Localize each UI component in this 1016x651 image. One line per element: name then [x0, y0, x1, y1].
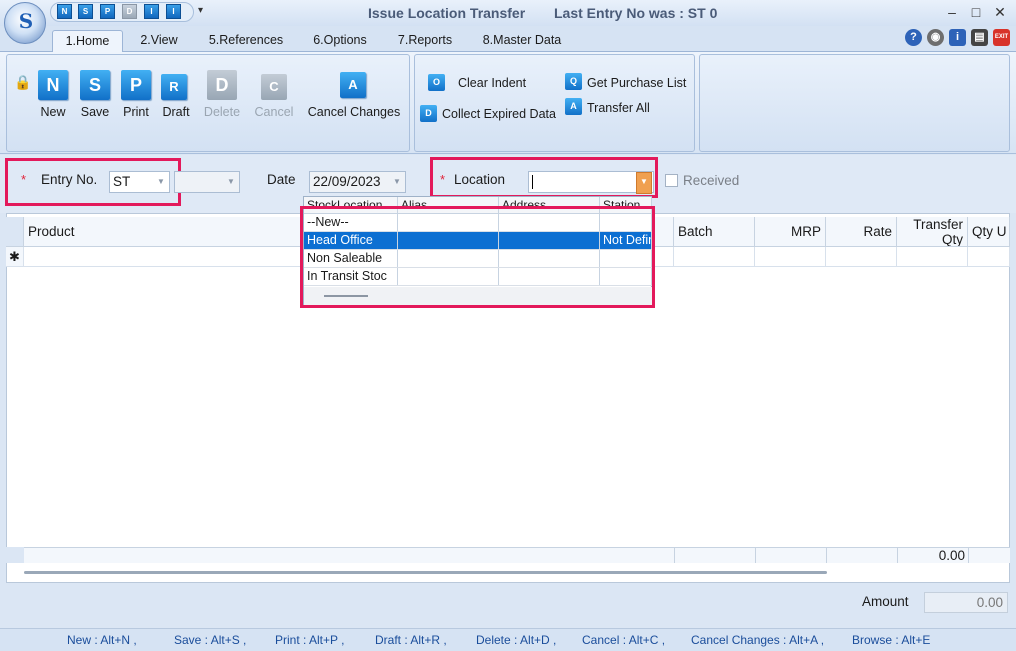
- received-checkbox[interactable]: [665, 174, 678, 187]
- customize-qat-icon[interactable]: ▾: [198, 5, 203, 16]
- quick-save-icon[interactable]: S: [78, 4, 93, 19]
- print-icon[interactable]: P: [121, 70, 151, 100]
- column-header-batch[interactable]: Batch: [674, 217, 755, 247]
- divider: [755, 547, 756, 563]
- amount-label: Amount: [862, 594, 909, 609]
- quick-info2-icon[interactable]: I: [166, 4, 181, 19]
- minimize-button[interactable]: –: [941, 3, 963, 21]
- date-picker[interactable]: 22/09/2023 ▼: [309, 171, 406, 193]
- collect-expired-icon[interactable]: D: [420, 105, 437, 122]
- tab-reports[interactable]: 7.Reports: [388, 30, 462, 52]
- chevron-down-icon: ▼: [393, 177, 401, 186]
- new-row-marker: ✱: [6, 247, 24, 267]
- exit-icon[interactable]: EXIT: [993, 29, 1010, 46]
- new-button[interactable]: New: [30, 105, 76, 119]
- chevron-down-icon: ▼: [227, 177, 235, 186]
- tab-view[interactable]: 2.View: [130, 30, 188, 52]
- draft-button[interactable]: Draft: [153, 105, 199, 119]
- delete-icon: D: [207, 70, 237, 100]
- new-row-qty-unit-cell[interactable]: [968, 247, 1010, 267]
- get-purchase-list-icon[interactable]: Q: [565, 73, 582, 90]
- help-icon[interactable]: ?: [905, 29, 922, 46]
- document-icon[interactable]: ▤: [971, 29, 988, 46]
- horizontal-scrollbar[interactable]: [24, 571, 827, 574]
- tab-home[interactable]: 1.Home: [52, 30, 123, 52]
- new-row-batch-cell[interactable]: [674, 247, 755, 267]
- transfer-all-icon[interactable]: A: [565, 98, 582, 115]
- cancel-icon: C: [261, 74, 287, 100]
- amount-value: 0.00: [924, 592, 1008, 613]
- cancel-button: Cancel: [254, 105, 294, 119]
- new-row-rate-cell[interactable]: [826, 247, 897, 267]
- window-title: Issue Location Transfer: [368, 5, 526, 21]
- support-icon[interactable]: ◉: [927, 29, 944, 46]
- divider: [674, 547, 675, 563]
- shortcut-draft: Draft : Alt+R ,: [375, 633, 447, 647]
- shortcut-print: Print : Alt+P ,: [275, 633, 345, 647]
- tab-master-data[interactable]: 8.Master Data: [474, 30, 570, 52]
- quick-info-icon[interactable]: I: [144, 4, 159, 19]
- entry-prefix-select[interactable]: ST ▼: [109, 171, 170, 193]
- column-header-qty-unit[interactable]: Qty U: [968, 217, 1010, 247]
- new-icon[interactable]: N: [38, 70, 68, 100]
- collect-expired-data-button[interactable]: Collect Expired Data: [442, 107, 556, 121]
- clear-indent-button[interactable]: Clear Indent: [458, 76, 526, 90]
- row-selector-header: [6, 217, 24, 247]
- location-label: Location: [454, 172, 506, 187]
- new-row-mrp-cell[interactable]: [755, 247, 826, 267]
- quick-new-icon[interactable]: N: [57, 4, 72, 19]
- totals-row-selector: [6, 547, 24, 563]
- cancel-changes-button[interactable]: Cancel Changes: [304, 105, 404, 119]
- column-header-rate[interactable]: Rate: [826, 217, 897, 247]
- dropdown-highlight: [300, 206, 655, 308]
- required-mark: *: [440, 172, 446, 187]
- shortcut-save: Save : Alt+S ,: [174, 633, 247, 647]
- divider: [826, 547, 827, 563]
- column-header-mrp[interactable]: MRP: [755, 217, 826, 247]
- tab-options[interactable]: 6.Options: [304, 30, 376, 52]
- ribbon-group-empty: [699, 54, 1010, 152]
- ribbon-group-tools: [414, 54, 695, 152]
- maximize-button[interactable]: □: [965, 3, 987, 21]
- tab-references[interactable]: 5.References: [200, 30, 292, 52]
- received-label: Received: [683, 173, 740, 188]
- total-transfer-qty: 0.00: [938, 548, 965, 563]
- date-label: Date: [267, 172, 296, 187]
- entry-no-label: Entry No.: [41, 172, 98, 187]
- cancel-changes-icon[interactable]: A: [340, 72, 366, 98]
- new-row-transfer-qty-cell[interactable]: [897, 247, 968, 267]
- entry-prefix-value: ST: [113, 174, 131, 189]
- divider: [968, 547, 969, 563]
- delete-button: Delete: [203, 105, 241, 119]
- shortcut-cancel: Cancel : Alt+C ,: [582, 633, 666, 647]
- location-input[interactable]: ▼: [528, 171, 654, 194]
- grid-totals-row: [6, 547, 1010, 563]
- lock-icon: 🔒: [14, 74, 32, 90]
- date-value: 22/09/2023: [313, 174, 381, 189]
- quick-print-icon[interactable]: P: [100, 4, 115, 19]
- close-button[interactable]: ✕: [989, 3, 1011, 21]
- draft-icon[interactable]: R: [161, 74, 187, 100]
- shortcut-browse: Browse : Alt+E: [852, 633, 931, 647]
- save-icon[interactable]: S: [80, 70, 110, 100]
- transfer-all-button[interactable]: Transfer All: [587, 101, 650, 115]
- entry-number-select[interactable]: ▼: [174, 171, 240, 193]
- chevron-down-icon: ▼: [157, 177, 165, 186]
- save-button[interactable]: Save: [72, 105, 118, 119]
- ribbon-group-actions: [6, 54, 410, 152]
- required-mark: *: [21, 172, 27, 187]
- app-logo-button[interactable]: S: [4, 2, 46, 44]
- clear-indent-icon[interactable]: O: [428, 74, 445, 91]
- quick-delete-icon[interactable]: D: [122, 4, 137, 19]
- get-purchase-list-button[interactable]: Get Purchase List: [587, 76, 686, 90]
- shortcut-delete: Delete : Alt+D ,: [476, 633, 557, 647]
- column-header-transfer-qty[interactable]: Transfer Qty: [897, 217, 968, 247]
- logo-letter: S: [18, 9, 34, 33]
- chevron-down-icon[interactable]: ▼: [636, 172, 652, 194]
- shortcut-new: New : Alt+N ,: [67, 633, 137, 647]
- shortcut-cancel-changes: Cancel Changes : Alt+A ,: [691, 633, 825, 647]
- text-cursor: [532, 175, 533, 190]
- last-entry-text: Last Entry No was : ST 0: [554, 5, 718, 21]
- info-icon[interactable]: i: [949, 29, 966, 46]
